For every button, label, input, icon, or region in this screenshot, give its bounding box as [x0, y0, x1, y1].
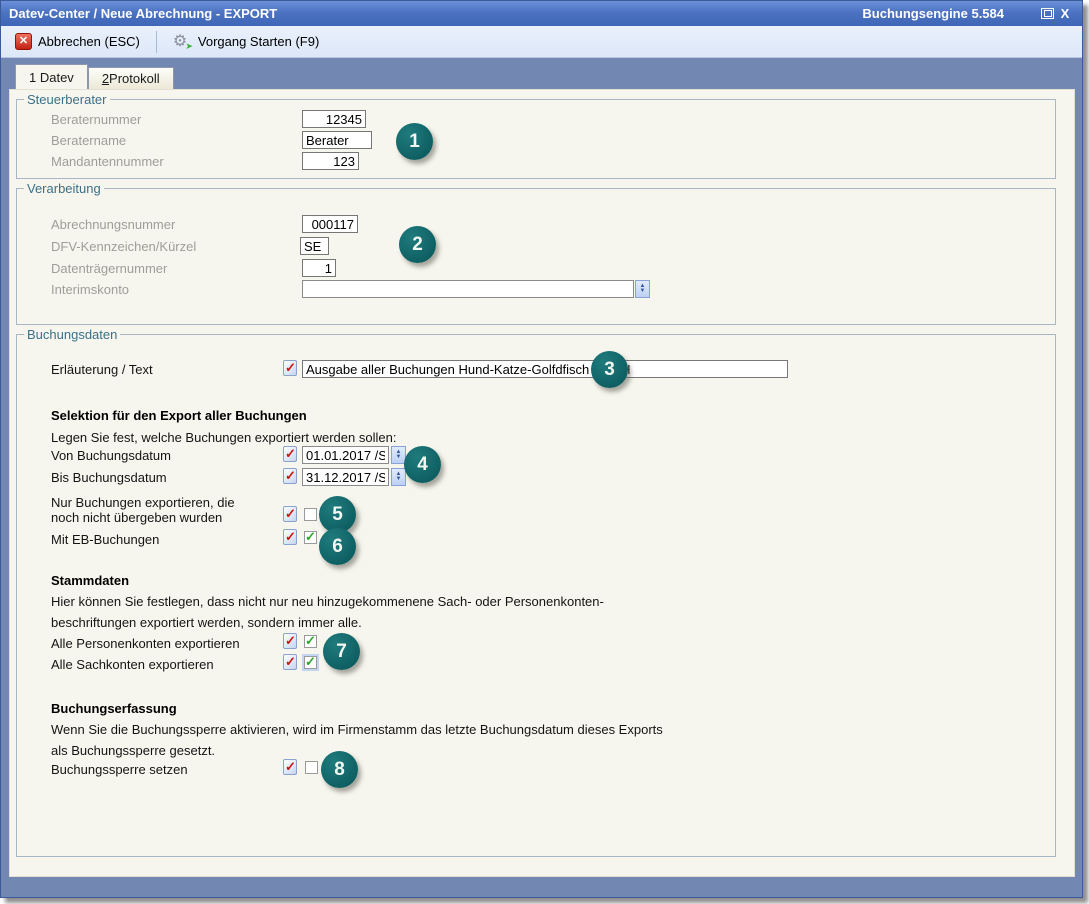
start-process-button[interactable]: Vorgang Starten (F9) [165, 30, 327, 54]
bis-datum-spinner[interactable]: ▲▼ [391, 468, 406, 486]
start-button-label: Vorgang Starten (F9) [198, 34, 319, 49]
field-modified-check-icon[interactable] [283, 633, 297, 649]
toolbar: ✕ Abbrechen (ESC) Vorgang Starten (F9) [1, 26, 1082, 58]
annotation-badge-7: 7 [323, 633, 360, 670]
restore-button[interactable] [1038, 6, 1056, 22]
selektion-heading: Selektion für den Export aller Buchungen [51, 408, 307, 423]
gear-run-icon [173, 33, 192, 51]
annotation-badge-6: 6 [319, 528, 356, 565]
mit-eb-buchungen-checkbox[interactable] [304, 531, 317, 544]
interimskonto-label: Interimskonto [51, 282, 129, 297]
nur-buchungen-checkbox[interactable] [304, 508, 317, 521]
field-modified-check-icon[interactable] [283, 468, 297, 484]
buchungssperre-label: Buchungssperre setzen [51, 762, 188, 777]
group-buchungsdaten-legend: Buchungsdaten [24, 327, 120, 342]
mandantennummer-field[interactable] [302, 152, 359, 170]
abrechnungsnummer-label: Abrechnungsnummer [51, 217, 175, 232]
von-buchungsdatum-label: Von Buchungsdatum [51, 448, 171, 463]
annotation-badge-2: 2 [399, 226, 436, 263]
beratername-field[interactable] [302, 131, 372, 149]
mandantennummer-label: Mandantennummer [51, 154, 164, 169]
close-icon: X [1061, 7, 1070, 20]
bis-buchungsdatum-field[interactable] [302, 468, 389, 486]
field-modified-check-icon[interactable] [283, 446, 297, 462]
sachkonten-checkbox[interactable] [304, 656, 317, 669]
stammdaten-text-line1: Hier können Sie festlegen, dass nicht nu… [51, 594, 604, 609]
nur-buchungen-label-line2: noch nicht übergeben wurden [51, 510, 222, 525]
toolbar-separator [156, 31, 157, 53]
app-version: Buchungsengine 5.584 [862, 6, 1004, 21]
erlaeuterung-label: Erläuterung / Text [51, 362, 153, 377]
window-title: Datev-Center / Neue Abrechnung - EXPORT [9, 6, 277, 21]
interimskonto-field[interactable] [302, 280, 634, 298]
restore-icon [1041, 8, 1054, 19]
field-modified-check-icon[interactable] [283, 360, 297, 376]
group-verarbeitung: Verarbeitung Abrechnungsnummer DFV-Kennz… [16, 188, 1056, 325]
buchungserfassung-text-line1: Wenn Sie die Buchungssperre aktivieren, … [51, 722, 663, 737]
close-button[interactable]: X [1056, 6, 1074, 22]
tab-datev[interactable]: 1 Datev [15, 64, 88, 89]
annotation-badge-4: 4 [404, 446, 441, 483]
personenkonten-label: Alle Personenkonten exportieren [51, 636, 240, 651]
field-modified-check-icon[interactable] [283, 529, 297, 545]
interimskonto-spinner[interactable]: ▲▼ [635, 280, 650, 298]
group-steuerberater-legend: Steuerberater [24, 92, 110, 107]
annotation-badge-3: 3 [591, 351, 628, 388]
tab-datev-label: 1 Datev [29, 70, 74, 85]
spinner-down-icon: ▼ [396, 455, 402, 460]
dialog-window: Datev-Center / Neue Abrechnung - EXPORT … [0, 0, 1083, 898]
annotation-badge-1: 1 [396, 123, 433, 160]
mit-eb-buchungen-label: Mit EB-Buchungen [51, 532, 159, 547]
buchungserfassung-text-line2: als Buchungssperre gesetzt. [51, 743, 215, 758]
tab-protokoll-label: Protokoll [109, 71, 160, 86]
beratername-label: Beratername [51, 133, 126, 148]
beraternummer-field[interactable] [302, 110, 366, 128]
spinner-down-icon: ▼ [640, 289, 646, 294]
personenkonten-checkbox[interactable] [304, 635, 317, 648]
spinner-down-icon: ▼ [396, 477, 402, 482]
nur-buchungen-label-line1: Nur Buchungen exportieren, die [51, 495, 235, 510]
cancel-button[interactable]: ✕ Abbrechen (ESC) [7, 30, 148, 53]
datentraegernummer-label: Datenträgernummer [51, 261, 167, 276]
cancel-x-icon: ✕ [15, 33, 32, 50]
tab-protokoll-accel: 2 [102, 71, 109, 86]
dfv-kennzeichen-label: DFV-Kennzeichen/Kürzel [51, 239, 196, 254]
group-steuerberater: Steuerberater Beraternummer Beratername … [16, 99, 1056, 179]
tab-strip: 1 Datev 2 Protokoll [1, 58, 1082, 89]
datentraegernummer-field[interactable] [302, 259, 336, 277]
group-buchungsdaten: Buchungsdaten Erläuterung / Text Selekti… [16, 334, 1056, 857]
group-verarbeitung-legend: Verarbeitung [24, 181, 104, 196]
beraternummer-label: Beraternummer [51, 112, 141, 127]
bis-buchungsdatum-label: Bis Buchungsdatum [51, 470, 167, 485]
titlebar: Datev-Center / Neue Abrechnung - EXPORT … [1, 1, 1082, 26]
buchungssperre-checkbox[interactable] [305, 761, 318, 774]
stammdaten-heading: Stammdaten [51, 573, 129, 588]
field-modified-check-icon[interactable] [283, 654, 297, 670]
selektion-intro: Legen Sie fest, welche Buchungen exporti… [51, 430, 396, 445]
annotation-badge-8: 8 [321, 751, 358, 788]
cancel-button-label: Abbrechen (ESC) [38, 34, 140, 49]
field-modified-check-icon[interactable] [283, 506, 297, 522]
field-modified-check-icon[interactable] [283, 759, 297, 775]
tab-protokoll[interactable]: 2 Protokoll [88, 67, 174, 89]
sachkonten-label: Alle Sachkonten exportieren [51, 657, 214, 672]
dfv-kennzeichen-field[interactable] [300, 237, 329, 255]
content-panel: Steuerberater Beraternummer Beratername … [9, 89, 1075, 877]
stammdaten-text-line2: beschriftungen exportiert werden, sonder… [51, 615, 362, 630]
buchungserfassung-heading: Buchungserfassung [51, 701, 177, 716]
abrechnungsnummer-field[interactable] [302, 215, 358, 233]
erlaeuterung-field[interactable] [302, 360, 788, 378]
von-buchungsdatum-field[interactable] [302, 446, 389, 464]
